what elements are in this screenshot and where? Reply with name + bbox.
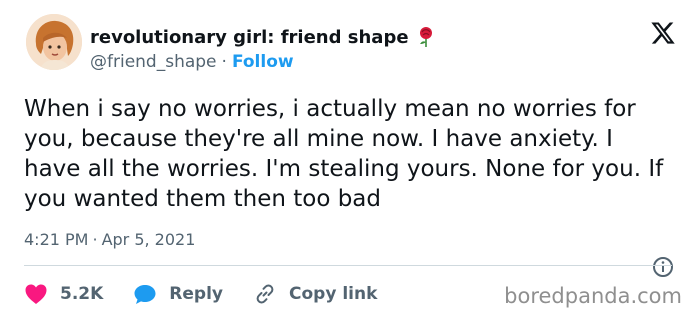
tweet-card: revolutionary girl: friend shape @friend… [0, 0, 700, 319]
name-row: revolutionary girl: friend shape [90, 26, 435, 48]
reply-button[interactable]: Reply [133, 283, 223, 305]
tweet-header: revolutionary girl: friend shape @friend… [26, 14, 676, 80]
link-icon [256, 284, 274, 304]
timestamp-separator: · [92, 230, 98, 249]
display-name[interactable]: revolutionary girl: friend shape [90, 27, 409, 48]
speech-bubble-icon [134, 285, 156, 304]
rose-icon [417, 26, 435, 48]
handle[interactable]: @friend_shape [90, 52, 217, 72]
like-count: 5.2K [60, 284, 104, 304]
avatar[interactable] [26, 14, 82, 70]
tweet-timestamp[interactable]: 4:21 PM · Apr 5, 2021 [24, 230, 195, 249]
handle-row: @friend_shape · Follow [90, 52, 294, 72]
tweet-text: When i say no worries, i actually mean n… [24, 96, 664, 212]
copy-link-button[interactable]: Copy link [253, 282, 377, 306]
tweet-time: 4:21 PM [24, 230, 89, 249]
copy-link-label: Copy link [289, 284, 378, 304]
divider [24, 265, 672, 266]
reply-label: Reply [169, 284, 223, 304]
watermark: boredpanda.com [504, 284, 682, 308]
x-logo-icon[interactable] [650, 20, 676, 46]
handle-separator: · [221, 52, 227, 72]
action-bar: 5.2K Reply Copy link [24, 280, 407, 308]
tweet-date: Apr 5, 2021 [101, 230, 196, 249]
info-icon[interactable] [652, 256, 674, 278]
like-button[interactable]: 5.2K [24, 283, 103, 305]
follow-button[interactable]: Follow [232, 52, 294, 72]
heart-icon [25, 284, 47, 304]
